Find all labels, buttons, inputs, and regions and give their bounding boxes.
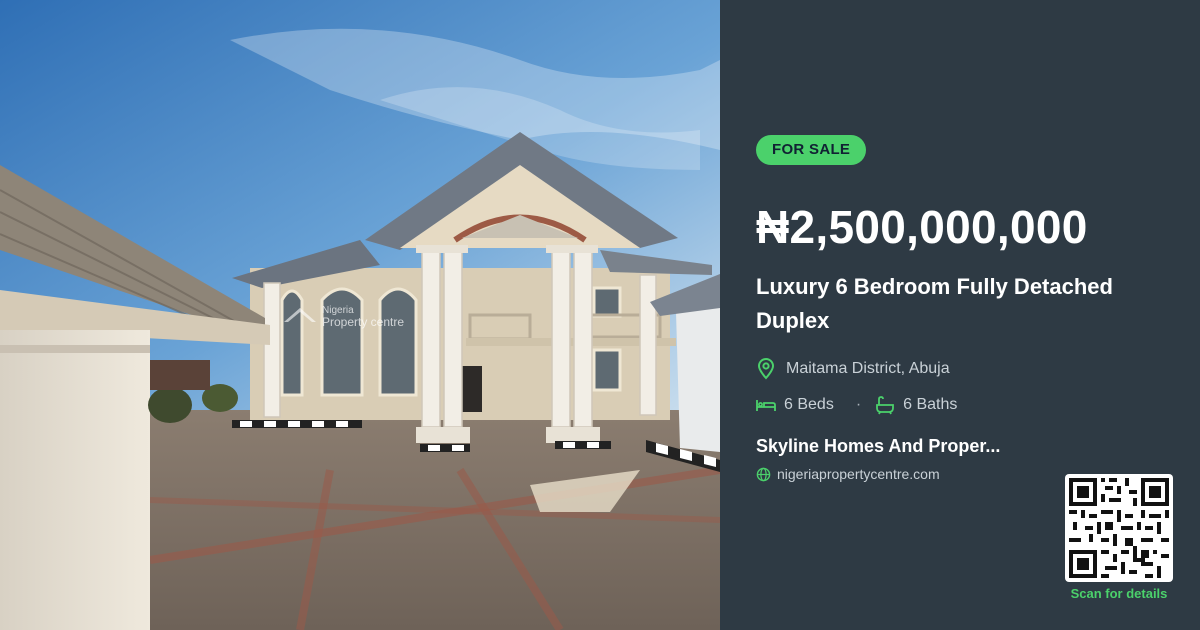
property-photo: Nigeria Property centre xyxy=(0,0,720,630)
location-text: Maitama District, Abuja xyxy=(786,360,950,377)
map-pin-icon xyxy=(757,358,775,380)
qr-block: Scan for details xyxy=(1062,474,1176,601)
listing-title: Luxury 6 Bedroom Fully Detached Duplex xyxy=(756,274,1113,333)
status-badge: FOR SALE xyxy=(756,135,867,165)
agent-name[interactable]: Skyline Homes And Proper... xyxy=(756,436,1056,457)
globe-icon xyxy=(756,467,771,481)
scan-label: Scan for details xyxy=(1070,586,1168,601)
beds-count: 6 Beds xyxy=(784,396,834,413)
listing-location: Maitama District, Abuja xyxy=(756,358,950,380)
listing-info-panel: FOR SALE ₦2,500,000,000 Luxury 6 Bedroom… xyxy=(720,0,1200,630)
baths-count: 6 Baths xyxy=(903,396,958,413)
bed-icon xyxy=(756,400,776,411)
website-link[interactable]: nigeriapropertycentre.com xyxy=(777,466,940,482)
separator-dot: · xyxy=(855,396,862,413)
qr-code[interactable] xyxy=(1065,474,1173,582)
listing-price: ₦2,500,000,000 xyxy=(756,201,1088,253)
bathtub-icon xyxy=(876,396,895,415)
watermark-line2: Property centre xyxy=(322,315,404,329)
listing-features: 6 Beds · 6 Baths xyxy=(756,395,957,415)
website-row[interactable]: nigeriapropertycentre.com xyxy=(756,466,940,482)
